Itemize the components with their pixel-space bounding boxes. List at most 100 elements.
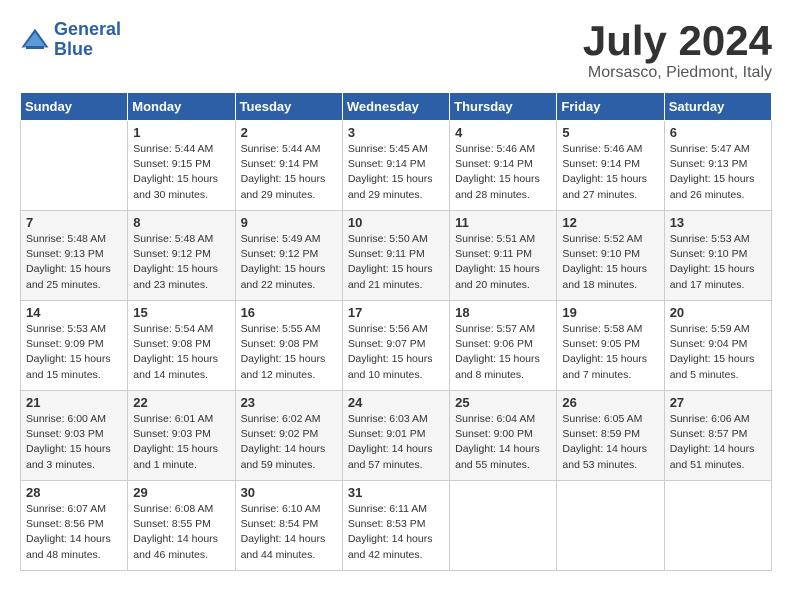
- logo-text: General Blue: [54, 20, 121, 60]
- calendar-cell: 8Sunrise: 5:48 AM Sunset: 9:12 PM Daylig…: [128, 211, 235, 301]
- calendar-cell: 14Sunrise: 5:53 AM Sunset: 9:09 PM Dayli…: [21, 301, 128, 391]
- day-info: Sunrise: 5:55 AM Sunset: 9:08 PM Dayligh…: [241, 322, 337, 383]
- day-number: 23: [241, 395, 337, 410]
- day-number: 1: [133, 125, 229, 140]
- logo: General Blue: [20, 20, 121, 60]
- calendar-header-row: SundayMondayTuesdayWednesdayThursdayFrid…: [21, 93, 772, 121]
- day-info: Sunrise: 6:07 AM Sunset: 8:56 PM Dayligh…: [26, 502, 122, 563]
- calendar-cell: [450, 481, 557, 571]
- calendar-cell: 4 Sunrise: 5:46 AM Sunset: 9:14 PM Daylig…: [450, 121, 557, 211]
- day-info: Sunrise: 5:50 AM Sunset: 9:11 PM Dayligh…: [348, 232, 444, 293]
- calendar-cell: 30 Sunrise: 6:10 AM Sunset: 8:54 PM Dayli…: [235, 481, 342, 571]
- calendar-cell: 20Sunrise: 5:59 AM Sunset: 9:04 PM Dayli…: [664, 301, 771, 391]
- calendar-cell: 10 Sunrise: 5:50 AM Sunset: 9:11 PM Dayli…: [342, 211, 449, 301]
- day-info: Sunrise: 6:06 AM Sunset: 8:57 PM Dayligh…: [670, 412, 766, 473]
- day-number: 18: [455, 305, 551, 320]
- day-info: Sunrise: 5:46 AM Sunset: 9:14 PM Dayligh…: [562, 142, 658, 203]
- day-number: 25: [455, 395, 551, 410]
- logo-line2: Blue: [54, 40, 121, 60]
- calendar-week-5: 28 Sunrise: 6:07 AM Sunset: 8:56 PM Dayli…: [21, 481, 772, 571]
- day-number: 27: [670, 395, 766, 410]
- calendar-cell: 15 Sunrise: 5:54 AM Sunset: 9:08 PM Dayli…: [128, 301, 235, 391]
- col-header-thursday: Thursday: [450, 93, 557, 121]
- day-number: 6: [670, 125, 766, 140]
- day-info: Sunrise: 6:02 AM Sunset: 9:02 PM Dayligh…: [241, 412, 337, 473]
- day-number: 10: [348, 215, 444, 230]
- calendar-cell: [21, 121, 128, 211]
- calendar-cell: 25 Sunrise: 6:04 AM Sunset: 9:00 PM Dayli…: [450, 391, 557, 481]
- day-number: 15: [133, 305, 229, 320]
- calendar-cell: 1 Sunrise: 5:44 AM Sunset: 9:15 PM Daylig…: [128, 121, 235, 211]
- calendar-cell: 2 Sunrise: 5:44 AM Sunset: 9:14 PM Daylig…: [235, 121, 342, 211]
- day-info: Sunrise: 5:56 AM Sunset: 9:07 PM Dayligh…: [348, 322, 444, 383]
- day-number: 29: [133, 485, 229, 500]
- day-number: 26: [562, 395, 658, 410]
- calendar-cell: 26Sunrise: 6:05 AM Sunset: 8:59 PM Dayli…: [557, 391, 664, 481]
- calendar-cell: 16 Sunrise: 5:55 AM Sunset: 9:08 PM Dayli…: [235, 301, 342, 391]
- day-number: 19: [562, 305, 658, 320]
- day-info: Sunrise: 6:08 AM Sunset: 8:55 PM Dayligh…: [133, 502, 229, 563]
- day-info: Sunrise: 5:57 AM Sunset: 9:06 PM Dayligh…: [455, 322, 551, 383]
- calendar-cell: 28 Sunrise: 6:07 AM Sunset: 8:56 PM Dayli…: [21, 481, 128, 571]
- day-info: Sunrise: 5:45 AM Sunset: 9:14 PM Dayligh…: [348, 142, 444, 203]
- day-info: Sunrise: 5:48 AM Sunset: 9:12 PM Dayligh…: [133, 232, 229, 293]
- day-number: 14: [26, 305, 122, 320]
- calendar-cell: 24 Sunrise: 6:03 AM Sunset: 9:01 PM Dayli…: [342, 391, 449, 481]
- day-info: Sunrise: 5:46 AM Sunset: 9:14 PM Dayligh…: [455, 142, 551, 203]
- day-info: Sunrise: 6:03 AM Sunset: 9:01 PM Dayligh…: [348, 412, 444, 473]
- day-info: Sunrise: 5:49 AM Sunset: 9:12 PM Dayligh…: [241, 232, 337, 293]
- day-number: 22: [133, 395, 229, 410]
- calendar-cell: 23 Sunrise: 6:02 AM Sunset: 9:02 PM Dayli…: [235, 391, 342, 481]
- day-info: Sunrise: 5:54 AM Sunset: 9:08 PM Dayligh…: [133, 322, 229, 383]
- day-number: 7: [26, 215, 122, 230]
- col-header-monday: Monday: [128, 93, 235, 121]
- day-number: 9: [241, 215, 337, 230]
- title-block: July 2024 Morsasco, Piedmont, Italy: [583, 20, 772, 82]
- day-info: Sunrise: 5:48 AM Sunset: 9:13 PM Dayligh…: [26, 232, 122, 293]
- day-info: Sunrise: 6:10 AM Sunset: 8:54 PM Dayligh…: [241, 502, 337, 563]
- calendar-cell: 19 Sunrise: 5:58 AM Sunset: 9:05 PM Dayli…: [557, 301, 664, 391]
- day-number: 30: [241, 485, 337, 500]
- day-number: 28: [26, 485, 122, 500]
- day-number: 17: [348, 305, 444, 320]
- calendar-week-4: 21Sunrise: 6:00 AM Sunset: 9:03 PM Dayli…: [21, 391, 772, 481]
- day-number: 20: [670, 305, 766, 320]
- day-info: Sunrise: 5:44 AM Sunset: 9:14 PM Dayligh…: [241, 142, 337, 203]
- day-number: 2: [241, 125, 337, 140]
- calendar-cell: 5 Sunrise: 5:46 AM Sunset: 9:14 PM Daylig…: [557, 121, 664, 211]
- day-info: Sunrise: 5:44 AM Sunset: 9:15 PM Dayligh…: [133, 142, 229, 203]
- logo-line1: General: [54, 20, 121, 40]
- calendar-cell: 3Sunrise: 5:45 AM Sunset: 9:14 PM Daylig…: [342, 121, 449, 211]
- calendar-cell: 13Sunrise: 5:53 AM Sunset: 9:10 PM Dayli…: [664, 211, 771, 301]
- logo-icon: [20, 25, 50, 55]
- page-header: General Blue July 2024 Morsasco, Piedmon…: [20, 20, 772, 82]
- calendar-cell: 31Sunrise: 6:11 AM Sunset: 8:53 PM Dayli…: [342, 481, 449, 571]
- col-header-saturday: Saturday: [664, 93, 771, 121]
- day-number: 16: [241, 305, 337, 320]
- calendar-cell: 22Sunrise: 6:01 AM Sunset: 9:03 PM Dayli…: [128, 391, 235, 481]
- day-info: Sunrise: 5:58 AM Sunset: 9:05 PM Dayligh…: [562, 322, 658, 383]
- day-number: 11: [455, 215, 551, 230]
- month-title: July 2024: [583, 20, 772, 62]
- day-number: 21: [26, 395, 122, 410]
- day-info: Sunrise: 5:52 AM Sunset: 9:10 PM Dayligh…: [562, 232, 658, 293]
- day-number: 12: [562, 215, 658, 230]
- day-info: Sunrise: 5:53 AM Sunset: 9:10 PM Dayligh…: [670, 232, 766, 293]
- day-info: Sunrise: 5:47 AM Sunset: 9:13 PM Dayligh…: [670, 142, 766, 203]
- calendar-cell: [557, 481, 664, 571]
- calendar-cell: 17 Sunrise: 5:56 AM Sunset: 9:07 PM Dayli…: [342, 301, 449, 391]
- calendar-week-1: 1 Sunrise: 5:44 AM Sunset: 9:15 PM Daylig…: [21, 121, 772, 211]
- day-number: 24: [348, 395, 444, 410]
- calendar-cell: 6 Sunrise: 5:47 AM Sunset: 9:13 PM Daylig…: [664, 121, 771, 211]
- day-number: 5: [562, 125, 658, 140]
- calendar-cell: 29 Sunrise: 6:08 AM Sunset: 8:55 PM Dayli…: [128, 481, 235, 571]
- location: Morsasco, Piedmont, Italy: [583, 64, 772, 82]
- calendar-cell: 7 Sunrise: 5:48 AM Sunset: 9:13 PM Daylig…: [21, 211, 128, 301]
- day-number: 31: [348, 485, 444, 500]
- day-number: 4: [455, 125, 551, 140]
- calendar-cell: 11 Sunrise: 5:51 AM Sunset: 9:11 PM Dayli…: [450, 211, 557, 301]
- day-info: Sunrise: 5:51 AM Sunset: 9:11 PM Dayligh…: [455, 232, 551, 293]
- calendar-week-3: 14Sunrise: 5:53 AM Sunset: 9:09 PM Dayli…: [21, 301, 772, 391]
- col-header-tuesday: Tuesday: [235, 93, 342, 121]
- day-info: Sunrise: 6:04 AM Sunset: 9:00 PM Dayligh…: [455, 412, 551, 473]
